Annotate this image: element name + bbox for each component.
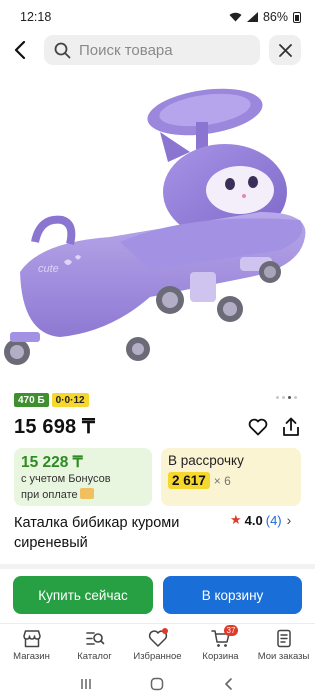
- signal-icon: [246, 12, 258, 22]
- top-bar: Поиск товара: [0, 34, 315, 66]
- nav-item-catalog[interactable]: Каталог: [63, 624, 126, 667]
- battery-level: 86%: [262, 10, 288, 24]
- bonus-line-2: при оплате: [21, 488, 78, 501]
- bottom-nav: Магазин Каталог Избранное 37 Корзина Мои…: [0, 623, 315, 667]
- search-input[interactable]: Поиск товара: [44, 35, 260, 65]
- nav-label-favorites: Избранное: [133, 651, 182, 662]
- bonus-price: 15 228 ₸: [21, 454, 83, 471]
- close-icon: [278, 43, 292, 57]
- heart-icon: [248, 418, 268, 436]
- nav-label-shop: Магазин: [13, 651, 50, 662]
- bonus-line-2-wrap: при оплате: [21, 487, 145, 503]
- promo-badges: 470 Б 0·0·12: [14, 393, 89, 407]
- product-title: Каталка бибикар куроми сиреневый: [14, 515, 180, 551]
- nav-label-orders: Мои заказы: [257, 651, 310, 662]
- nav-item-cart[interactable]: 37 Корзина: [189, 624, 252, 667]
- nav-label-catalog: Каталог: [77, 651, 112, 662]
- bonus-line-1: с учетом Бонусов: [21, 473, 111, 485]
- status-icons: 86%: [229, 10, 301, 24]
- favorite-button[interactable]: [248, 418, 268, 441]
- bonus-points: 470: [18, 394, 35, 406]
- share-icon: [283, 417, 299, 436]
- installment-amount: 2 617: [168, 472, 210, 489]
- add-to-cart-button[interactable]: В корзину: [163, 576, 302, 614]
- nav-item-shop[interactable]: Магазин: [0, 624, 63, 667]
- installment-card[interactable]: В рассрочку 2 617 × 6: [161, 448, 301, 506]
- svg-text:cute: cute: [38, 263, 59, 275]
- status-time: 12:18: [20, 10, 52, 24]
- bonus-points-badge: 470 Б: [14, 393, 49, 407]
- wallet-icon: [79, 487, 94, 499]
- product-price: 15 698 ₸: [14, 416, 96, 438]
- ride-on-car-image: cute: [4, 88, 306, 365]
- buy-now-button[interactable]: Купить сейчас: [13, 576, 153, 614]
- system-nav-bar: [0, 668, 315, 700]
- nav-item-favorites[interactable]: Избранное: [126, 624, 189, 667]
- search-placeholder: Поиск товара: [79, 41, 173, 59]
- search-icon: [54, 42, 71, 58]
- installment-label: В рассрочку: [168, 453, 244, 468]
- battery-icon: [293, 11, 301, 23]
- installment-times: × 6: [213, 473, 231, 488]
- home-icon[interactable]: [150, 677, 164, 691]
- installment-badge: 0·0·12: [51, 393, 89, 407]
- image-pagination: [276, 396, 297, 399]
- bonus-price-card[interactable]: 15 228 ₸ с учетом Бонусов при оплате: [14, 448, 152, 506]
- cart-count-badge: 37: [224, 625, 238, 636]
- reviews-count: (4): [265, 512, 282, 528]
- shop-icon: [22, 630, 41, 648]
- bonus-points-symbol: Б: [37, 394, 45, 406]
- back-button[interactable]: [0, 34, 40, 66]
- rating-value: 4.0: [244, 512, 263, 528]
- status-bar: 12:18 86%: [0, 0, 315, 34]
- nav-label-cart: Корзина: [202, 651, 239, 662]
- system-back-icon[interactable]: [222, 677, 236, 691]
- star-icon: ★: [230, 512, 242, 527]
- orders-icon: [276, 629, 291, 648]
- wifi-icon: [229, 12, 242, 22]
- product-image[interactable]: cute: [0, 72, 315, 382]
- pagination-dot: [294, 396, 297, 399]
- rating-link[interactable]: ★ 4.0 (4) ›: [230, 512, 291, 528]
- divider: [0, 564, 315, 569]
- pagination-dot-active: [288, 396, 291, 399]
- close-button[interactable]: [269, 35, 301, 65]
- catalog-icon: [85, 632, 104, 645]
- pagination-dot: [276, 396, 279, 399]
- installment-row: 2 617 × 6: [168, 472, 294, 489]
- back-arrow-icon: [14, 41, 26, 59]
- chevron-right-icon: ›: [286, 512, 292, 528]
- nav-item-orders[interactable]: Мои заказы: [252, 624, 315, 667]
- pagination-dot: [282, 396, 285, 399]
- favorites-dot-badge: [162, 628, 168, 634]
- recent-apps-icon[interactable]: [79, 677, 93, 691]
- share-button[interactable]: [282, 417, 300, 442]
